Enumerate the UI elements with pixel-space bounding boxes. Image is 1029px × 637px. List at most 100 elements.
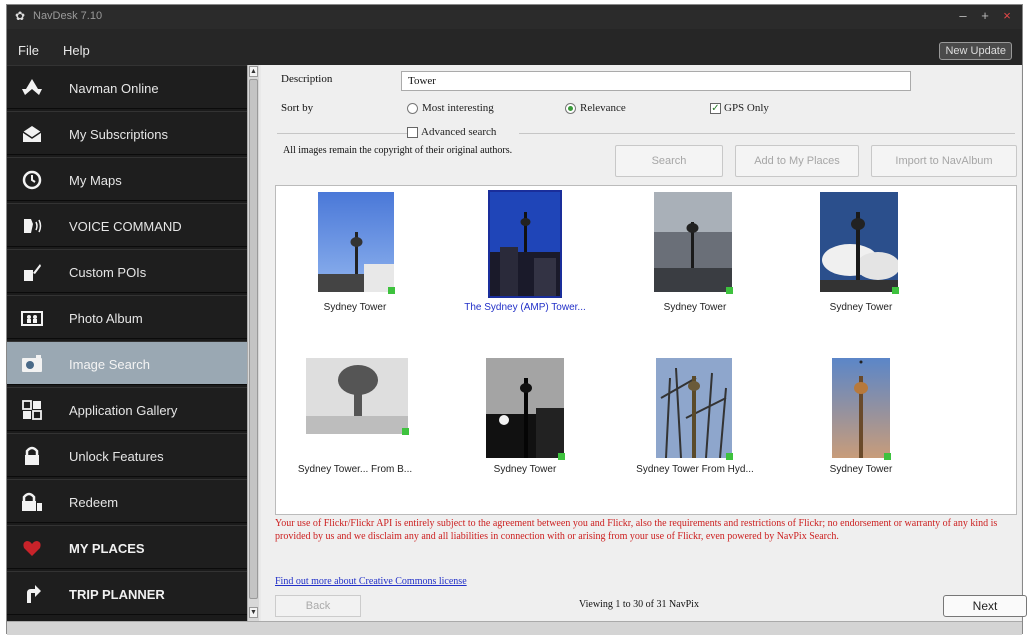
photo	[820, 192, 898, 292]
sidebar-item-label: Photo Album	[69, 311, 143, 326]
result-caption: Sydney Tower	[493, 464, 557, 475]
import-to-navalbum-button[interactable]: Import to NavAlbum	[871, 145, 1017, 177]
app-logo-icon: ✿	[15, 9, 26, 23]
title-bar: ✿ NavDesk 7.10 – + ×	[7, 5, 1022, 29]
sidebar-item-label: Custom POIs	[69, 265, 147, 280]
result-thumbnail[interactable]: Sydney Tower... From B...	[270, 358, 440, 508]
copyright-note: All images remain the copyright of their…	[283, 145, 513, 156]
result-thumbnail[interactable]: Sydney Tower	[440, 358, 610, 508]
radio-label: Relevance	[580, 102, 626, 114]
result-caption: Sydney Tower	[663, 302, 727, 313]
gps-tag-icon	[726, 287, 733, 294]
maximize-button[interactable]: +	[977, 8, 993, 24]
result-thumbnail[interactable]: Sydney Tower	[610, 192, 780, 342]
sidebar-scrollbar[interactable]: ▲ ▼	[247, 65, 259, 621]
flickr-terms-notice: Your use of Flickr/Flickr API is entirel…	[275, 518, 998, 542]
gps-tag-icon	[892, 287, 899, 294]
search-button[interactable]: Search	[615, 145, 723, 177]
minimize-button[interactable]: –	[955, 8, 971, 24]
sidebar-item-label: Application Gallery	[69, 403, 178, 418]
menu-file[interactable]: File	[18, 43, 39, 58]
result-caption: Sydney Tower	[829, 464, 893, 475]
sidebar: Navman Online My Subscriptions My Maps V…	[7, 65, 247, 621]
lock-icon	[21, 445, 43, 467]
redeem-icon	[21, 491, 43, 513]
description-input[interactable]	[401, 71, 911, 91]
navman-logo-icon	[21, 77, 43, 99]
creative-commons-link[interactable]: Find out more about Creative Commons lic…	[275, 576, 467, 587]
result-thumbnail[interactable]: Sydney Tower From Hyd...	[610, 358, 780, 508]
checkbox-label: Advanced search	[421, 126, 497, 138]
description-label: Description	[281, 73, 333, 85]
new-update-button[interactable]: New Update	[939, 42, 1012, 60]
voice-icon	[21, 215, 43, 237]
result-caption: Sydney Tower	[323, 302, 387, 313]
scroll-down-arrow-icon[interactable]: ▼	[249, 607, 258, 618]
sidebar-item-label: My Subscriptions	[69, 127, 168, 142]
status-bar	[7, 621, 1022, 635]
result-caption: Sydney Tower	[829, 302, 893, 313]
advanced-search-checkbox[interactable]: Advanced search	[407, 126, 519, 140]
result-thumbnail-selected[interactable]: The Sydney (AMP) Tower...	[440, 190, 610, 342]
gps-tag-icon	[726, 453, 733, 460]
result-caption: Sydney Tower... From B...	[297, 464, 413, 475]
next-button[interactable]: Next	[943, 595, 1027, 617]
sidebar-item-my-places[interactable]: MY PLACES	[7, 525, 247, 569]
sidebar-item-label: Navman Online	[69, 81, 159, 96]
photo-album-icon	[21, 307, 43, 329]
result-caption: The Sydney (AMP) Tower...	[464, 302, 586, 313]
add-to-my-places-button[interactable]: Add to My Places	[735, 145, 859, 177]
results-grid: Sydney Tower The Sydney (AMP) Tower... S…	[275, 185, 1017, 515]
result-thumbnail[interactable]: Sydney Tower	[776, 358, 946, 508]
sidebar-item-redeem[interactable]: Redeem	[7, 479, 247, 523]
gps-tag-icon	[402, 428, 409, 435]
window-title: NavDesk 7.10	[33, 10, 103, 22]
result-thumbnail[interactable]: Sydney Tower	[270, 192, 440, 342]
app-gallery-icon	[21, 399, 43, 421]
divider	[277, 133, 1015, 134]
sidebar-item-application-gallery[interactable]: Application Gallery	[7, 387, 247, 431]
sidebar-item-custom-pois[interactable]: Custom POIs	[7, 249, 247, 293]
result-thumbnail[interactable]: Sydney Tower	[776, 192, 946, 342]
sidebar-item-navman-online[interactable]: Navman Online	[7, 65, 247, 109]
checkbox-box	[407, 127, 418, 138]
trip-arrow-icon	[21, 583, 43, 605]
sidebar-item-label: MY PLACES	[69, 541, 145, 556]
photo	[654, 192, 732, 292]
sidebar-item-unlock-features[interactable]: Unlock Features	[7, 433, 247, 477]
menu-help[interactable]: Help	[63, 43, 90, 58]
envelope-icon	[21, 123, 43, 145]
camera-icon	[21, 353, 43, 375]
pagination-status: Viewing 1 to 30 of 31 NavPix	[579, 599, 699, 610]
menu-bar: File Help New Update	[7, 29, 1022, 65]
sidebar-item-image-search[interactable]: Image Search	[7, 341, 247, 385]
sidebar-item-voice-command[interactable]: VOICE COMMAND	[7, 203, 247, 247]
photo	[486, 358, 564, 458]
photo	[488, 190, 562, 298]
sidebar-item-my-subscriptions[interactable]: My Subscriptions	[7, 111, 247, 155]
photo	[318, 192, 394, 292]
back-button[interactable]: Back	[275, 595, 361, 617]
sidebar-item-label: VOICE COMMAND	[69, 219, 182, 234]
photo	[656, 358, 732, 458]
sidebar-item-label: My Maps	[69, 173, 122, 188]
gps-tag-icon	[388, 287, 395, 294]
photo	[832, 358, 890, 458]
clock-icon	[21, 169, 43, 191]
scrollbar-thumb[interactable]	[249, 79, 258, 599]
app-window: ✿ NavDesk 7.10 – + × File Help New Updat…	[6, 4, 1027, 635]
radio-label: Most interesting	[422, 102, 494, 114]
radio-dot	[407, 103, 418, 114]
gps-tag-icon	[558, 453, 565, 460]
sidebar-item-label: Unlock Features	[69, 449, 164, 464]
photo	[306, 358, 408, 434]
close-button[interactable]: ×	[999, 8, 1015, 24]
sidebar-item-my-maps[interactable]: My Maps	[7, 157, 247, 201]
sidebar-item-trip-planner[interactable]: TRIP PLANNER	[7, 571, 247, 615]
scroll-up-arrow-icon[interactable]: ▲	[249, 66, 258, 77]
sidebar-item-photo-album[interactable]: Photo Album	[7, 295, 247, 339]
result-caption: Sydney Tower From Hyd...	[636, 464, 754, 475]
heart-icon	[21, 537, 43, 559]
checkmark-icon: ✓	[710, 103, 721, 114]
sidebar-item-label: TRIP PLANNER	[69, 587, 165, 602]
